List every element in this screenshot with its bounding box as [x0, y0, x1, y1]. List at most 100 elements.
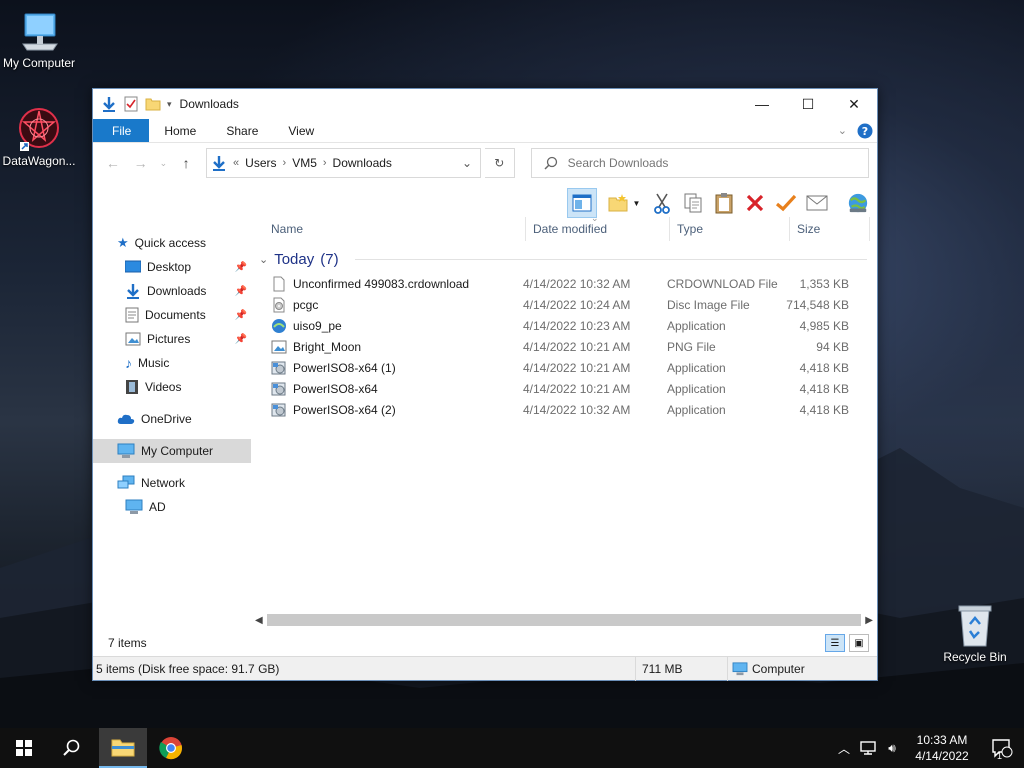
delete-button[interactable] [744, 192, 766, 214]
email-button[interactable] [806, 192, 828, 214]
new-folder-icon[interactable] [145, 96, 161, 112]
pin-icon[interactable]: 📌 [235, 310, 247, 321]
clock[interactable]: 10:33 AM 4/14/2022 [904, 732, 980, 764]
tray-chevron-up-icon[interactable]: ︿ [832, 740, 856, 757]
breadcrumb-chevron-icon[interactable]: › [283, 157, 287, 169]
paste-button[interactable] [713, 192, 735, 214]
large-icons-view-button[interactable]: ▣ [849, 634, 869, 652]
search-input[interactable] [567, 156, 848, 170]
large-icons-view-icon: ▣ [854, 637, 864, 649]
volume-icon[interactable]: 🔊︎ [880, 741, 904, 756]
file-row[interactable]: Unconfirmed 499083.crdownload 4/14/2022 … [251, 273, 877, 294]
nav-onedrive[interactable]: OneDrive [93, 407, 251, 431]
clock-date: 4/14/2022 [915, 749, 969, 763]
scissors-icon [654, 193, 670, 214]
nav-downloads[interactable]: Downloads 📌 [93, 279, 251, 303]
refresh-button[interactable]: ↻ [485, 148, 515, 178]
file-row[interactable]: PowerISO8-x64 4/14/2022 10:21 AM Applica… [251, 378, 877, 399]
breadcrumb-downloads[interactable]: Downloads [333, 156, 392, 170]
breadcrumb-chevron-icon[interactable]: › [323, 157, 327, 169]
maximize-button[interactable]: ☐ [785, 89, 831, 119]
search-box[interactable] [530, 148, 869, 178]
file-date: 4/14/2022 10:24 AM [523, 297, 631, 312]
recent-locations-chevron-icon[interactable]: ⌄ [156, 158, 170, 169]
up-arrow-icon[interactable]: ↑ [174, 155, 198, 171]
breadcrumb-overflow[interactable]: « [233, 157, 239, 169]
tab-view[interactable]: View [273, 119, 329, 142]
search-button[interactable] [48, 728, 96, 768]
file-row[interactable]: PowerISO8-x64 (2) 4/14/2022 10:32 AM App… [251, 399, 877, 420]
copy-button[interactable] [682, 192, 704, 214]
scrollbar-thumb[interactable] [266, 614, 862, 626]
help-icon[interactable]: ? [857, 123, 873, 139]
sort-chevron-icon: ⌄ [591, 213, 599, 223]
group-label: Today [274, 250, 315, 268]
start-button[interactable] [0, 728, 48, 768]
customize-toolbar-chevron-icon[interactable]: ▾ [167, 99, 172, 110]
tab-share[interactable]: Share [211, 119, 273, 142]
breadcrumb-vm5[interactable]: VM5 [292, 156, 317, 170]
column-header-size[interactable]: Size [790, 217, 870, 241]
desktop-icon-datawagon[interactable]: DataWagon... [0, 106, 81, 168]
file-type: Disc Image File [667, 297, 750, 312]
network-status-icon[interactable] [856, 740, 880, 756]
properties-icon[interactable] [123, 96, 139, 112]
desktop-icon-recycle-bin[interactable]: Recycle Bin [933, 602, 1017, 664]
nav-music[interactable]: ♪ Music [93, 351, 251, 375]
column-headers: Name Date modified Type Size ⌄ [251, 213, 877, 243]
address-dropdown-chevron-icon[interactable]: ⌄ [462, 156, 480, 170]
file-date: 4/14/2022 10:23 AM [523, 318, 631, 333]
cut-button[interactable] [651, 192, 673, 214]
expand-ribbon-chevron-icon[interactable]: ⌄ [838, 124, 847, 137]
file-type: Application [667, 402, 726, 417]
nav-videos[interactable]: Videos [93, 375, 251, 399]
address-bar[interactable]: « Users › VM5 › Downloads ⌄ [206, 148, 481, 178]
breadcrumb-users[interactable]: Users [245, 156, 276, 170]
file-row[interactable]: Bright_Moon 4/14/2022 10:21 AM PNG File … [251, 336, 877, 357]
nav-label: Downloads [147, 284, 207, 298]
column-header-type[interactable]: Type [670, 217, 790, 241]
nav-quick-access[interactable]: ★ Quick access [93, 231, 251, 255]
computer-icon [117, 443, 135, 458]
taskbar-chrome[interactable] [147, 728, 195, 768]
pin-icon[interactable]: 📌 [235, 286, 247, 297]
title-bar[interactable]: ▾ Downloads — ☐ ✕ [93, 89, 877, 119]
file-row[interactable]: PowerISO8-x64 (1) 4/14/2022 10:21 AM App… [251, 357, 877, 378]
rename-button[interactable] [775, 192, 797, 214]
file-row[interactable]: pcgc 4/14/2022 10:24 AM Disc Image File … [251, 294, 877, 315]
back-arrow-icon[interactable]: ← [101, 155, 125, 171]
nav-ad[interactable]: AD [93, 495, 251, 519]
scroll-right-arrow-icon[interactable]: ▶ [865, 615, 873, 626]
action-center-button[interactable]: 1 [980, 738, 1024, 761]
collapse-chevron-icon[interactable]: ⌄ [259, 253, 268, 266]
checkmark-icon [775, 194, 797, 212]
taskbar-file-explorer[interactable] [99, 728, 147, 768]
new-folder-button[interactable]: ▼ [606, 192, 642, 214]
pin-icon[interactable]: 📌 [235, 334, 247, 345]
computer-icon [22, 13, 58, 51]
desktop-icon-my-computer[interactable]: My Computer [0, 10, 81, 70]
star-icon: ★ [117, 235, 129, 250]
tab-home[interactable]: Home [149, 119, 211, 142]
nav-my-computer[interactable]: My Computer [93, 439, 251, 463]
nav-network[interactable]: Network [93, 471, 251, 495]
close-button[interactable]: ✕ [831, 89, 877, 119]
details-view-button[interactable]: ☰ [825, 634, 845, 652]
forward-arrow-icon[interactable]: → [129, 155, 153, 171]
minimize-button[interactable]: — [739, 89, 785, 119]
pin-icon[interactable]: 📌 [235, 262, 247, 273]
status-location-label: Computer [752, 661, 805, 676]
download-arrow-icon [103, 97, 115, 112]
nav-desktop[interactable]: Desktop 📌 [93, 255, 251, 279]
tab-file[interactable]: File [93, 119, 150, 142]
nav-documents[interactable]: Documents 📌 [93, 303, 251, 327]
horizontal-scrollbar[interactable]: ◀ ▶ [251, 612, 877, 628]
column-header-name[interactable]: Name [251, 217, 526, 241]
file-row[interactable]: uiso9_pe 4/14/2022 10:23 AM Application … [251, 315, 877, 336]
network-button[interactable] [847, 192, 869, 214]
nav-pictures[interactable]: Pictures 📌 [93, 327, 251, 351]
details-view-icon: ☰ [830, 637, 840, 649]
scroll-left-arrow-icon[interactable]: ◀ [255, 615, 263, 626]
nav-label: Documents [145, 308, 206, 322]
group-header-today[interactable]: ⌄ Today (7) [251, 245, 877, 273]
